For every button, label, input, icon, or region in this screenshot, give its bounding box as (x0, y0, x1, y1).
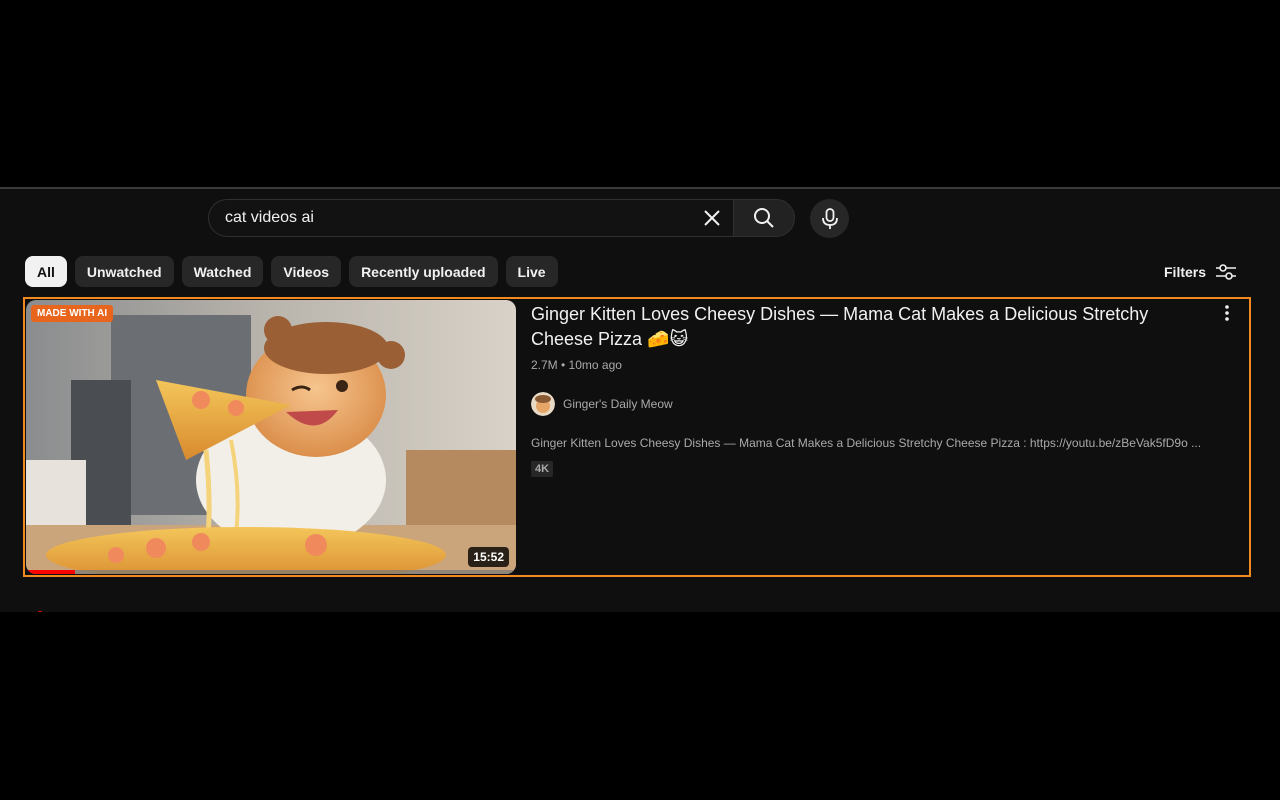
video-meta: 2.7M • 10mo ago (531, 358, 622, 372)
watch-progress-fill (26, 570, 75, 574)
clear-search-button[interactable] (694, 200, 730, 236)
more-vert-icon (1225, 305, 1229, 321)
video-title[interactable]: Ginger Kitten Loves Cheesy Dishes — Mama… (531, 302, 1211, 352)
made-with-ai-badge: MADE WITH AI (31, 305, 114, 322)
chip-videos[interactable]: Videos (271, 256, 342, 287)
chip-all[interactable]: All (25, 256, 67, 287)
top-black-area (0, 0, 1280, 187)
chip-watched[interactable]: Watched (181, 256, 264, 287)
search-button[interactable] (733, 199, 795, 237)
search-box (208, 199, 734, 237)
quality-badge: 4K (531, 461, 554, 477)
channel-link[interactable]: Ginger's Daily Meow (531, 392, 1211, 416)
close-icon (704, 210, 720, 226)
action-menu-button[interactable] (1215, 301, 1239, 325)
thumbnail-image (26, 300, 516, 574)
channel-name: Ginger's Daily Meow (563, 397, 673, 411)
video-description: Ginger Kitten Loves Cheesy Dishes — Mama… (531, 436, 1202, 450)
chip-live[interactable]: Live (505, 256, 558, 287)
video-result-card[interactable]: MADE WITH AI 15:52 Ginger Kitten Loves C… (23, 297, 1251, 577)
video-info: Ginger Kitten Loves Cheesy Dishes — Mama… (531, 302, 1211, 477)
voice-search-button[interactable] (810, 199, 849, 238)
youtube-search-results: AllUnwatchedWatchedVideosRecently upload… (0, 187, 1280, 614)
search-icon (754, 208, 774, 228)
filter-chips: All Unwatched Watched Videos Recently upload… (25, 256, 558, 287)
filters-button[interactable]: Filters (1164, 262, 1237, 282)
duration-badge: 15:52 (468, 547, 509, 567)
channel-avatar-image (531, 392, 555, 416)
chip-unwatched[interactable]: Unwatched (74, 256, 174, 287)
mic-icon (821, 207, 838, 229)
sliders-icon (1216, 264, 1237, 280)
filters-label: Filters (1164, 264, 1207, 280)
search-input[interactable] (209, 209, 694, 227)
chip-recently-uploaded[interactable]: Recently uploaded (349, 256, 498, 287)
watch-progress-bar (26, 570, 516, 574)
video-thumbnail[interactable]: MADE WITH AI 15:52 (26, 300, 516, 574)
bottom-black-area (0, 612, 1280, 800)
avatar[interactable] (531, 392, 555, 416)
